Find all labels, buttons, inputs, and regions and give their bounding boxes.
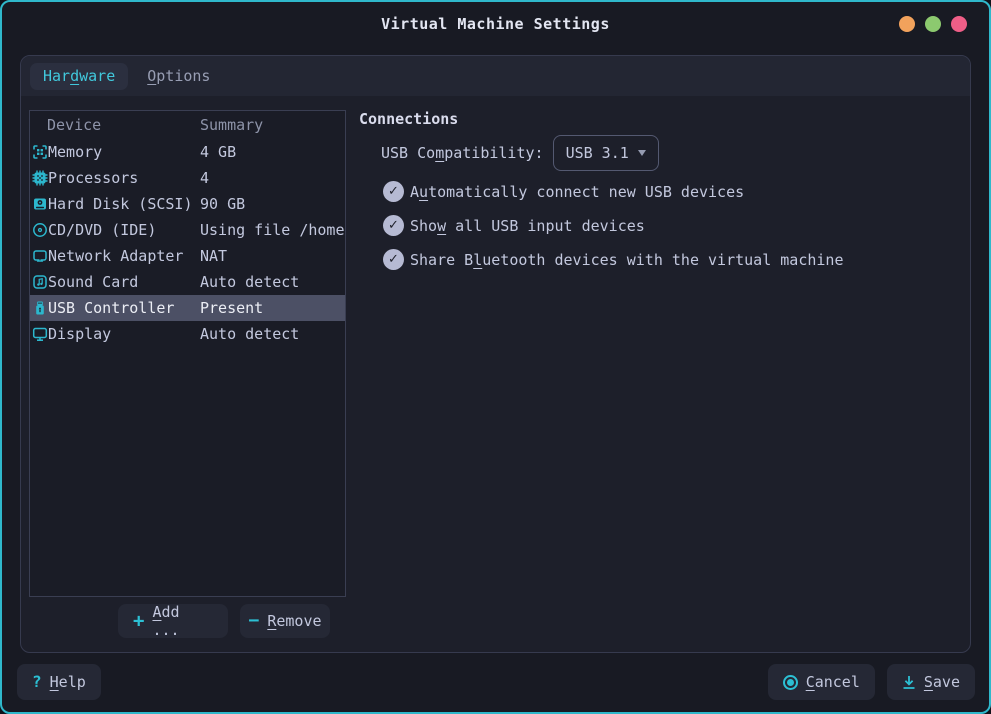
save-button[interactable]: Save	[887, 664, 975, 700]
vm-settings-window: Virtual Machine Settings Hardware Option…	[0, 0, 991, 714]
device-summary: Auto detect	[200, 273, 345, 291]
table-row-display[interactable]: Display Auto detect	[30, 321, 345, 347]
device-name: Memory	[48, 143, 200, 161]
tab-options[interactable]: Options	[134, 63, 223, 90]
checkbox-auto-connect[interactable]: ✓ Automatically connect new USB devices	[383, 181, 958, 202]
device-name: USB Controller	[48, 299, 200, 317]
device-summary: 90 GB	[200, 195, 345, 213]
connections-heading: Connections	[359, 110, 958, 128]
add-button-label: Add ...	[152, 603, 213, 639]
chevron-down-icon	[638, 150, 646, 156]
window-button-pink[interactable]	[951, 16, 967, 32]
cancel-button[interactable]: Cancel	[768, 664, 875, 700]
check-icon: ✓	[388, 253, 399, 266]
window-button-orange[interactable]	[899, 16, 915, 32]
sound-card-icon	[32, 274, 48, 290]
device-summary: 4 GB	[200, 143, 345, 161]
column-device: Device	[47, 116, 200, 134]
device-name: Processors	[48, 169, 200, 187]
memory-icon	[32, 144, 48, 160]
table-row-cd-dvd[interactable]: CD/DVD (IDE) Using file /home/	[30, 217, 345, 243]
table-row-sound-card[interactable]: Sound Card Auto detect	[30, 269, 345, 295]
cancel-button-label: Cancel	[806, 673, 860, 691]
checked-checkbox-icon: ✓	[383, 215, 404, 236]
checkbox-share-bluetooth[interactable]: ✓ Share Bluetooth devices with the virtu…	[383, 249, 958, 270]
connections-section: Connections USB Compatibility: USB 3.1 ✓…	[359, 110, 958, 270]
device-summary: Using file /home/	[200, 221, 345, 239]
table-header: Device Summary	[30, 111, 345, 139]
window-title: Virtual Machine Settings	[381, 15, 610, 33]
checkbox-label: Share Bluetooth devices with the virtual…	[410, 251, 843, 269]
check-icon: ✓	[388, 219, 399, 232]
usb-compatibility-row: USB Compatibility: USB 3.1	[381, 135, 958, 171]
processors-icon	[32, 170, 48, 186]
device-summary: NAT	[200, 247, 345, 265]
window-button-green[interactable]	[925, 16, 941, 32]
usb-controller-icon	[32, 300, 48, 316]
device-name: Network Adapter	[48, 247, 200, 265]
checked-checkbox-icon: ✓	[383, 181, 404, 202]
check-icon: ✓	[388, 185, 399, 198]
help-button-label: Help	[50, 673, 86, 691]
device-summary: 4	[200, 169, 345, 187]
usb-options: ✓ Automatically connect new USB devices …	[383, 181, 958, 270]
device-name: Sound Card	[48, 273, 200, 291]
tab-bar: Hardware Options	[21, 56, 970, 96]
device-name: Hard Disk (SCSI)	[48, 195, 200, 213]
column-summary: Summary	[200, 116, 263, 134]
table-row-processors[interactable]: Processors 4	[30, 165, 345, 191]
footer-bar: ? Help Cancel Save	[17, 664, 975, 700]
checkbox-show-all-usb[interactable]: ✓ Show all USB input devices	[383, 215, 958, 236]
device-list: Device Summary Memory 4 GB Processors 4	[29, 110, 346, 597]
usb-compatibility-value: USB 3.1	[566, 144, 629, 162]
add-device-button[interactable]: + Add ...	[118, 604, 228, 638]
checkbox-label: Automatically connect new USB devices	[410, 183, 744, 201]
table-row-hard-disk[interactable]: Hard Disk (SCSI) 90 GB	[30, 191, 345, 217]
table-row-usb-controller[interactable]: USB Controller Present	[30, 295, 345, 321]
checked-checkbox-icon: ✓	[383, 249, 404, 270]
device-name: Display	[48, 325, 200, 343]
device-name: CD/DVD (IDE)	[48, 221, 200, 239]
cancel-icon	[783, 675, 798, 690]
window-controls	[899, 16, 967, 32]
device-summary: Auto detect	[200, 325, 345, 343]
display-icon	[32, 326, 48, 342]
checkbox-label: Show all USB input devices	[410, 217, 645, 235]
remove-button-label: Remove	[267, 612, 321, 630]
table-row-memory[interactable]: Memory 4 GB	[30, 139, 345, 165]
download-save-icon	[902, 675, 916, 690]
help-button[interactable]: ? Help	[17, 664, 101, 700]
usb-compatibility-dropdown[interactable]: USB 3.1	[553, 135, 659, 171]
remove-device-button[interactable]: − Remove	[240, 604, 330, 638]
tab-hardware[interactable]: Hardware	[30, 63, 128, 90]
usb-compatibility-label: USB Compatibility:	[381, 144, 544, 162]
save-button-label: Save	[924, 673, 960, 691]
main-frame: Hardware Options Device Summary Memory 4…	[20, 55, 971, 653]
titlebar: Virtual Machine Settings	[2, 2, 989, 46]
table-row-network-adapter[interactable]: Network Adapter NAT	[30, 243, 345, 269]
hard-disk-icon	[32, 196, 48, 212]
network-adapter-icon	[32, 248, 48, 264]
cd-dvd-icon	[32, 222, 48, 238]
device-summary: Present	[200, 299, 345, 317]
